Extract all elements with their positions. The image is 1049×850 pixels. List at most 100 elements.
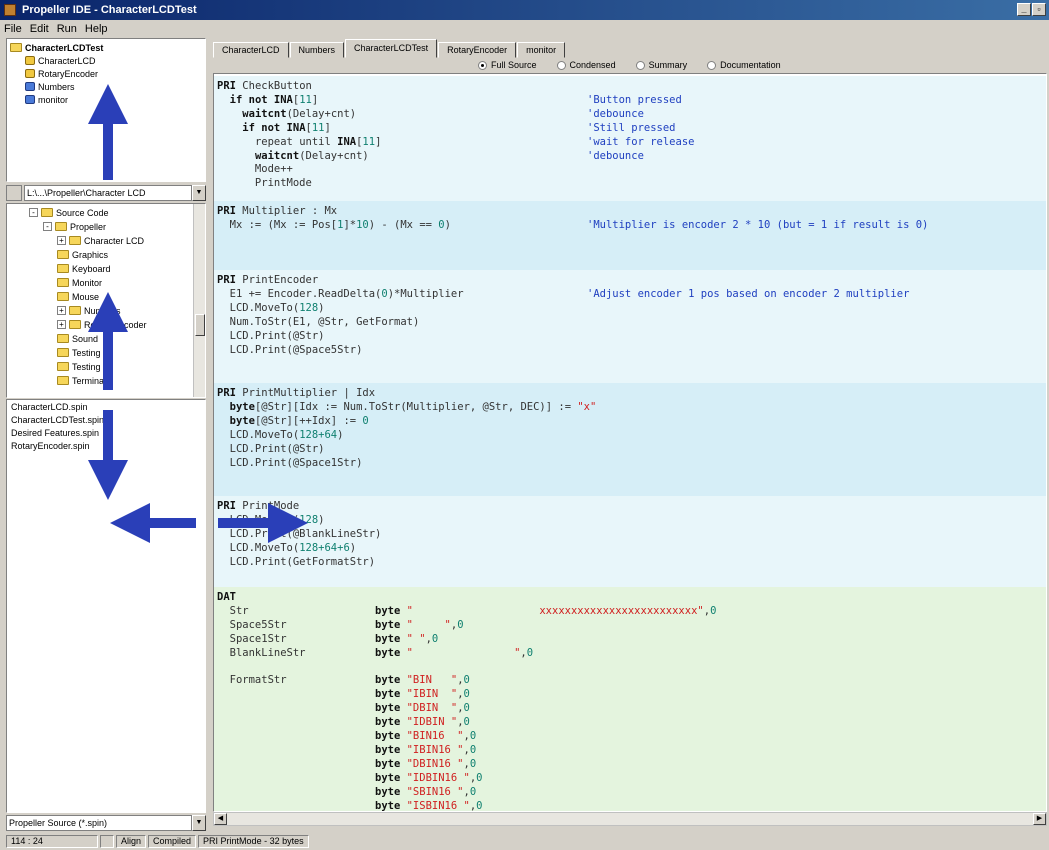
folder-tree-item[interactable]: Keyboard bbox=[57, 262, 111, 275]
file-list-item[interactable]: RotaryEncoder.spin bbox=[11, 441, 90, 451]
folder-icon bbox=[57, 362, 69, 371]
file-list-item[interactable]: Desired Features.spin bbox=[11, 428, 99, 438]
code-text: repeat until bbox=[254, 135, 338, 148]
scroll-right-icon[interactable]: ▶ bbox=[1033, 813, 1046, 825]
code-text: Mode++ bbox=[217, 163, 293, 176]
code-line: PRI PrintMode bbox=[217, 500, 299, 513]
object-tree-item[interactable]: Numbers bbox=[25, 80, 75, 93]
code-line: LCD.MoveTo(128) bbox=[217, 302, 325, 315]
file-filter-combo[interactable]: Propeller Source (*.spin) ▼ bbox=[6, 815, 206, 831]
code-comment: 'Button pressed bbox=[587, 93, 682, 106]
code-text: LCD.Print(@Str) bbox=[217, 329, 325, 342]
menu-run[interactable]: Run bbox=[57, 23, 77, 35]
cursor-position: 114 : 24 bbox=[6, 835, 98, 848]
radio-summary[interactable]: Summary bbox=[635, 60, 687, 70]
folder-icon bbox=[57, 376, 69, 385]
tab-numbers[interactable]: Numbers bbox=[289, 42, 345, 58]
code-text: Multiplier : Mx bbox=[242, 205, 338, 217]
folder-tree-item-label: Mouse bbox=[72, 291, 100, 302]
scroll-left-icon[interactable]: ◀ bbox=[214, 813, 227, 825]
code-text: PrintMode bbox=[217, 177, 312, 190]
folder-tree-scrollbar[interactable] bbox=[193, 204, 205, 397]
code-string: " " bbox=[406, 632, 426, 645]
menu-edit[interactable]: Edit bbox=[30, 23, 49, 35]
tab-rotaryencoder[interactable]: RotaryEncoder bbox=[438, 42, 517, 58]
folder-tree-item[interactable]: Testing bbox=[57, 346, 101, 359]
editor-horizontal-scrollbar[interactable]: ◀ ▶ bbox=[213, 812, 1047, 826]
code-keyword: byte bbox=[375, 730, 407, 742]
object-icon bbox=[25, 82, 35, 91]
code-line: byte "IDBIN16 ",0 bbox=[217, 772, 482, 785]
code-string: " xxxxxxxxxxxxxxxxxxxxxxxxx" bbox=[406, 604, 704, 617]
tab-characterlcdtest[interactable]: CharacterLCDTest bbox=[345, 39, 438, 58]
folder-tree-item[interactable]: Terminal bbox=[57, 374, 106, 387]
code-line: PrintMode bbox=[217, 177, 312, 190]
expander-icon[interactable]: + bbox=[57, 320, 66, 329]
folder-icon bbox=[69, 320, 81, 329]
code-line: PRI PrintEncoder bbox=[217, 274, 318, 287]
file-list-item[interactable]: CharacterLCD.spin bbox=[11, 402, 88, 412]
object-tree-item[interactable]: RotaryEncoder bbox=[25, 67, 98, 80]
restore-button[interactable]: ▫ bbox=[1032, 3, 1046, 16]
expander-icon[interactable]: - bbox=[29, 208, 38, 217]
object-tree-item[interactable]: monitor bbox=[25, 93, 68, 106]
expander-icon[interactable]: + bbox=[57, 306, 66, 315]
code-text: Str bbox=[217, 604, 249, 617]
folder-tree-item[interactable]: + Rotary Encoder bbox=[57, 318, 147, 331]
tab-characterlcd[interactable]: CharacterLCD bbox=[213, 42, 289, 58]
folder-tree-item[interactable]: Mouse bbox=[57, 290, 99, 303]
radio-full-source[interactable]: Full Source bbox=[478, 60, 537, 70]
code-line: byte "IDBIN ",0 bbox=[217, 716, 470, 729]
code-string: "IBIN " bbox=[406, 688, 458, 701]
radio-condensed[interactable]: Condensed bbox=[556, 60, 616, 70]
code-string: "IDBIN16 " bbox=[406, 771, 470, 784]
code-number: 0 bbox=[362, 414, 369, 427]
folder-tree-item[interactable]: Testing 2 bbox=[57, 360, 108, 373]
minimize-button[interactable]: _ bbox=[1017, 3, 1031, 16]
drive-icon[interactable] bbox=[6, 185, 22, 201]
radio-dot bbox=[635, 60, 645, 70]
scrollbar-thumb[interactable] bbox=[195, 314, 205, 336]
folder-tree-item[interactable]: - Propeller bbox=[43, 220, 106, 233]
object-tree-root-label: CharacterLCDTest bbox=[25, 42, 104, 53]
code-text: FormatStr bbox=[217, 674, 287, 687]
pri-method-block: PRI Multiplier : Mx Mx := (Mx := Pos[1]*… bbox=[214, 201, 1046, 270]
menu-file[interactable]: File bbox=[4, 23, 22, 35]
window-title: Propeller IDE - CharacterLCDTest bbox=[22, 4, 197, 16]
code-number: 0 bbox=[710, 604, 717, 617]
tab-monitor[interactable]: monitor bbox=[517, 42, 566, 58]
folder-tree-item[interactable]: Monitor bbox=[57, 276, 102, 289]
radio-documentation[interactable]: Documentation bbox=[707, 60, 781, 70]
file-list-item[interactable]: CharacterLCDTest.spin bbox=[11, 415, 104, 425]
folder-tree-item[interactable]: Sound bbox=[57, 332, 98, 345]
folder-tree-item-label: Monitor bbox=[72, 277, 103, 288]
code-string: " " bbox=[406, 646, 521, 659]
chevron-down-icon[interactable]: ▼ bbox=[192, 815, 206, 831]
code-line: Space5Str byte " ",0 bbox=[217, 619, 464, 632]
object-tree-item[interactable]: CharacterLCD bbox=[25, 54, 96, 67]
code-keyword: INA bbox=[337, 135, 357, 148]
folder-path-field[interactable]: L:\...\Propeller\Character LCD bbox=[24, 185, 192, 201]
folder-path-combo[interactable]: L:\...\Propeller\Character LCD ▼ bbox=[6, 184, 206, 202]
menu-help[interactable]: Help bbox=[85, 23, 108, 35]
folder-tree-item[interactable]: + Numbers bbox=[57, 304, 121, 317]
radio-label: Full Source bbox=[491, 60, 537, 70]
code-text: LCD.Print(GetFormatStr) bbox=[217, 555, 376, 568]
folder-tree-item[interactable]: Graphics bbox=[57, 248, 108, 261]
code-number: 11 bbox=[362, 135, 376, 148]
expander-icon[interactable]: + bbox=[57, 236, 66, 245]
expander-icon[interactable]: - bbox=[43, 222, 52, 231]
code-keyword: waitcnt bbox=[254, 149, 300, 162]
folder-tree-item[interactable]: - Source Code bbox=[29, 206, 109, 219]
code-keyword: if not INA bbox=[229, 93, 293, 106]
code-editor[interactable]: PRI CheckButton if not INA[11] 'Button pr… bbox=[213, 73, 1047, 812]
code-comment: 'debounce bbox=[587, 149, 644, 162]
folder-tree-item[interactable]: + Character LCD bbox=[57, 234, 144, 247]
radio-dot bbox=[478, 60, 487, 70]
object-tree-root[interactable]: CharacterLCDTest bbox=[10, 41, 103, 54]
code-line: byte "DBIN ",0 bbox=[217, 702, 470, 715]
chevron-down-icon[interactable]: ▼ bbox=[192, 185, 206, 201]
file-filter-field[interactable]: Propeller Source (*.spin) bbox=[6, 815, 192, 831]
code-keyword: byte bbox=[375, 757, 407, 770]
